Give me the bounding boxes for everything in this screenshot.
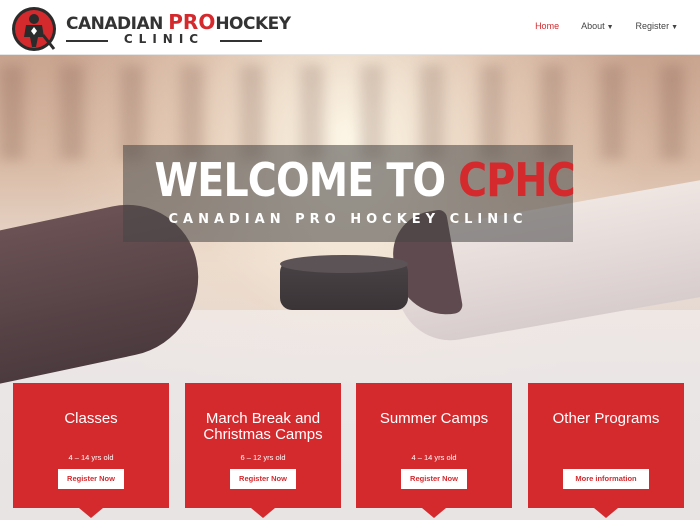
nav-item-home[interactable]: Home xyxy=(535,21,559,31)
nav-label-register: Register xyxy=(635,21,670,31)
card-title: Classes xyxy=(64,410,118,427)
card-title: March Break and Christmas Camps xyxy=(203,410,323,443)
register-now-button[interactable]: Register Now xyxy=(401,469,467,489)
register-now-button[interactable]: Register Now xyxy=(230,469,296,489)
logo-word-canadian: CANADIAN xyxy=(66,14,169,34)
card-title: Other Programs xyxy=(552,410,660,427)
hero-title-red: CPHC xyxy=(458,153,576,207)
hero-title-white: WELCOME TO xyxy=(154,153,459,207)
program-card-classes: Classes 4 – 14 yrs old Register Now xyxy=(13,383,169,518)
logo-word-clinic: CLINIC xyxy=(123,32,205,46)
card-title: Summer Camps xyxy=(379,410,489,427)
nav-label-about: About xyxy=(581,21,605,31)
logo-subline: CLINIC xyxy=(66,32,262,48)
logo-divider-left xyxy=(66,40,108,42)
nav-item-about[interactable]: About ▼ xyxy=(581,21,613,31)
site-logo[interactable]: CANADIAN PROHOCKEY CLINIC xyxy=(10,5,291,51)
logo-word-hockey: HOCKEY xyxy=(215,14,291,34)
card-age-range: 4 – 14 yrs old xyxy=(68,453,114,462)
more-information-button[interactable]: More information xyxy=(563,469,649,489)
logo-word-pro: PRO xyxy=(168,10,216,34)
site-header: CANADIAN PROHOCKEY CLINIC Home About ▼ Re… xyxy=(0,0,700,55)
program-card-camps: March Break and Christmas Camps 6 – 12 y… xyxy=(185,383,341,518)
card-age-range: 6 – 12 yrs old xyxy=(240,453,286,462)
main-nav: Home About ▼ Register ▼ xyxy=(535,21,678,31)
register-now-button[interactable]: Register Now xyxy=(58,469,124,489)
nav-item-register[interactable]: Register ▼ xyxy=(636,21,678,31)
caret-down-icon: ▼ xyxy=(671,24,678,31)
hero-subtitle: CANADIAN PRO HOCKEY CLINIC xyxy=(168,212,528,227)
hero-title: WELCOME TO CPHC xyxy=(154,153,576,207)
caret-down-icon: ▼ xyxy=(606,24,614,31)
program-card-summer: Summer Camps 4 – 14 yrs old Register Now xyxy=(356,383,512,518)
hockey-puck-top-image xyxy=(280,255,408,273)
hero-title-box: WELCOME TO CPHC CANADIAN PRO HOCKEY CLIN… xyxy=(123,145,576,242)
program-card-other: Other Programs More information xyxy=(528,383,684,518)
nav-label-home: Home xyxy=(535,21,560,31)
card-age-range: 4 – 14 yrs old xyxy=(411,453,457,462)
logo-divider-right xyxy=(220,40,262,42)
logo-wordmark: CANADIAN PROHOCKEY xyxy=(66,10,291,34)
hockey-player-badge-icon xyxy=(12,7,56,51)
